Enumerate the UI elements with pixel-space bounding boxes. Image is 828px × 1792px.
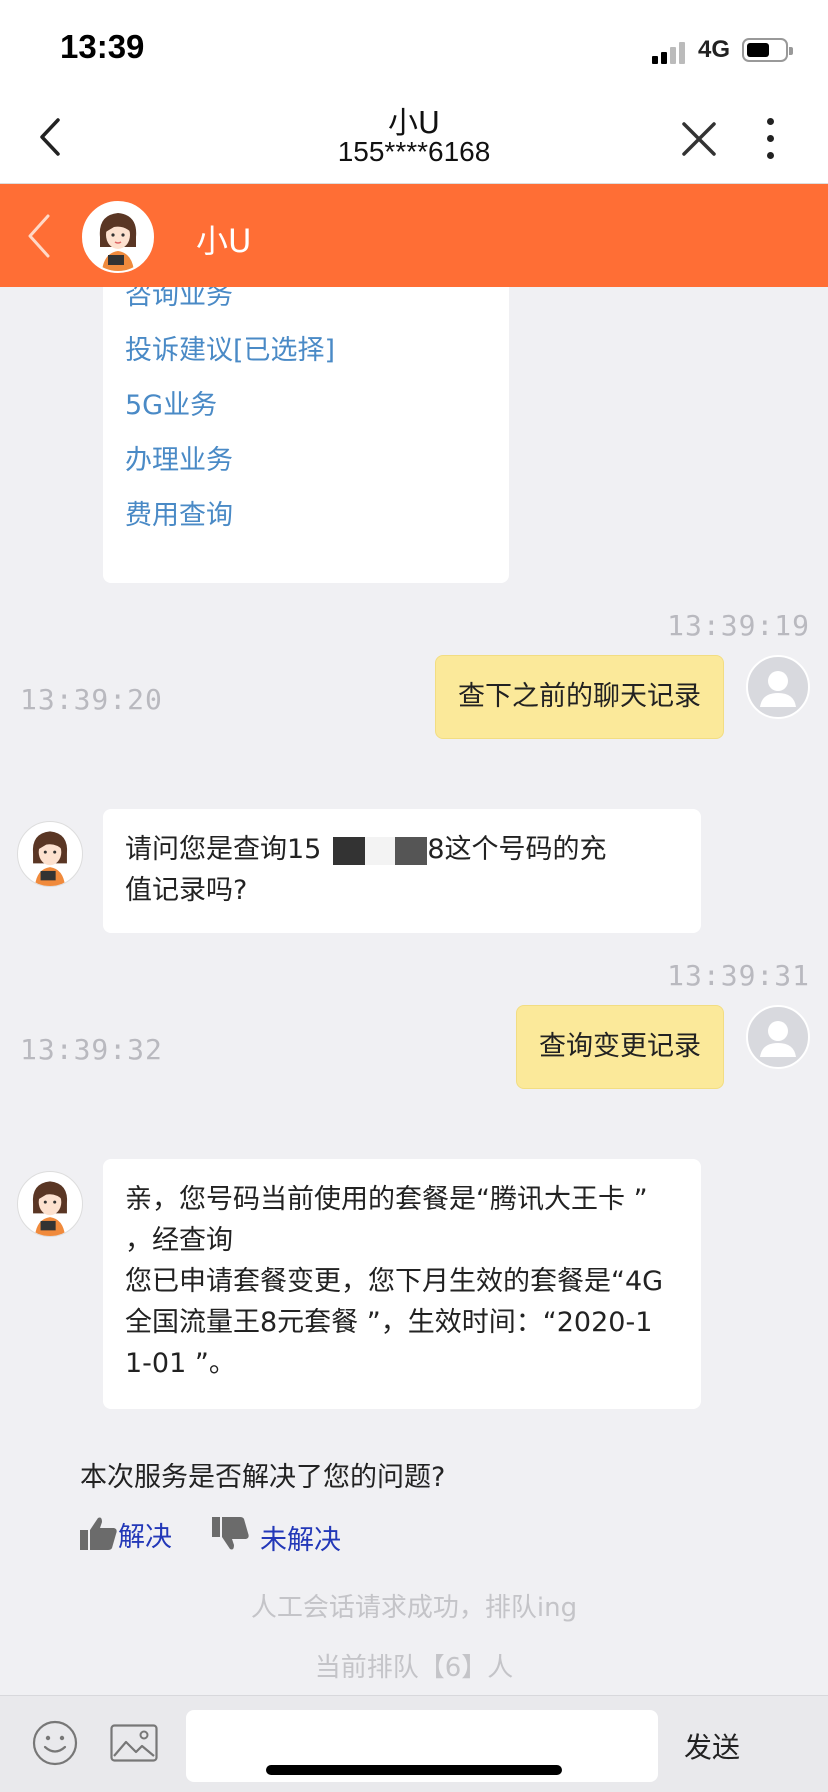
input-bar: 发送 bbox=[0, 1695, 828, 1792]
user-message: 查询变更记录 bbox=[516, 1005, 724, 1089]
menu-card: 咨询业务 投诉建议[已选择] 5G业务 办理业务 费用查询 bbox=[103, 287, 509, 583]
bot-message-line: 亲，您号码当前使用的套餐是“腾讯大王卡 ” bbox=[125, 1184, 648, 1215]
emoji-icon[interactable] bbox=[32, 1720, 78, 1766]
more-options-icon[interactable] bbox=[762, 118, 778, 162]
close-icon[interactable] bbox=[676, 116, 722, 162]
bot-avatar bbox=[17, 1171, 83, 1237]
agent-avatar bbox=[82, 201, 154, 273]
menu-item-consult[interactable]: 咨询业务 bbox=[125, 287, 233, 312]
redaction-block bbox=[395, 836, 428, 865]
battery-icon bbox=[742, 38, 793, 62]
menu-item-5g[interactable]: 5G业务 bbox=[125, 383, 217, 422]
bot-message-text: 8这个号码的充 bbox=[427, 834, 607, 865]
menu-item-handle[interactable]: 办理业务 bbox=[125, 438, 233, 477]
status-bar: 13:39 4G bbox=[0, 0, 828, 92]
agent-name: 小U bbox=[196, 222, 252, 260]
image-icon[interactable] bbox=[110, 1724, 158, 1762]
user-avatar bbox=[746, 1005, 810, 1069]
home-indicator bbox=[266, 1765, 562, 1775]
bot-message-line: 全国流量王8元套餐 ”，生效时间：“2020-1 bbox=[125, 1307, 653, 1338]
status-time: 13:39 bbox=[60, 28, 145, 65]
system-message: 人工会话请求成功，排队ing bbox=[250, 1593, 578, 1623]
feedback-question: 本次服务是否解决了您的问题? bbox=[80, 1462, 446, 1493]
send-button[interactable]: 发送 bbox=[684, 1726, 740, 1766]
menu-item-complaint[interactable]: 投诉建议[已选择] bbox=[125, 328, 335, 367]
bot-message: 亲，您号码当前使用的套餐是“腾讯大王卡 ” ，经查询 您已申请套餐变更，您下月生… bbox=[103, 1159, 701, 1409]
resolved-button[interactable]: 解决 bbox=[80, 1515, 172, 1554]
timestamp: 13:39:19 bbox=[667, 609, 810, 642]
back-arrow-icon[interactable] bbox=[24, 212, 54, 260]
bot-message-text: 值记录吗? bbox=[125, 875, 248, 906]
system-message: 当前排队【6】人 bbox=[314, 1653, 514, 1683]
nav-bar: 小U 155****6168 bbox=[0, 92, 828, 184]
network-type: 4G bbox=[698, 36, 731, 63]
unresolved-button[interactable]: 未解决 bbox=[212, 1515, 341, 1557]
signal-icon bbox=[652, 40, 688, 64]
bot-avatar bbox=[17, 821, 83, 887]
thumbs-up-icon bbox=[80, 1517, 117, 1550]
bot-message-line: 您已申请套餐变更，您下月生效的套餐是“4G bbox=[125, 1266, 664, 1297]
redaction-block bbox=[333, 836, 366, 865]
bot-message-text: 请问您是查询15 bbox=[125, 834, 322, 865]
chat-area[interactable]: 咨询业务 投诉建议[已选择] 5G业务 办理业务 费用查询 13:39:19 查… bbox=[0, 287, 828, 1695]
bot-message-line: ，经查询 bbox=[125, 1225, 233, 1256]
user-message: 查下之前的聊天记录 bbox=[435, 655, 724, 739]
bot-message-line: 1-01 ”。 bbox=[125, 1348, 236, 1379]
timestamp: 13:39:20 bbox=[20, 683, 163, 716]
chat-header: 小U bbox=[0, 184, 828, 287]
user-avatar bbox=[746, 655, 810, 719]
timestamp: 13:39:31 bbox=[667, 959, 810, 992]
resolved-label: 解决 bbox=[118, 1522, 172, 1553]
thumbs-down-icon bbox=[212, 1517, 249, 1550]
bot-message: 请问您是查询15 8这个号码的充 值记录吗? bbox=[103, 809, 701, 933]
timestamp: 13:39:32 bbox=[20, 1033, 163, 1066]
redaction-block bbox=[365, 836, 396, 865]
unresolved-label: 未解决 bbox=[260, 1525, 341, 1556]
menu-item-billing[interactable]: 费用查询 bbox=[125, 493, 233, 532]
